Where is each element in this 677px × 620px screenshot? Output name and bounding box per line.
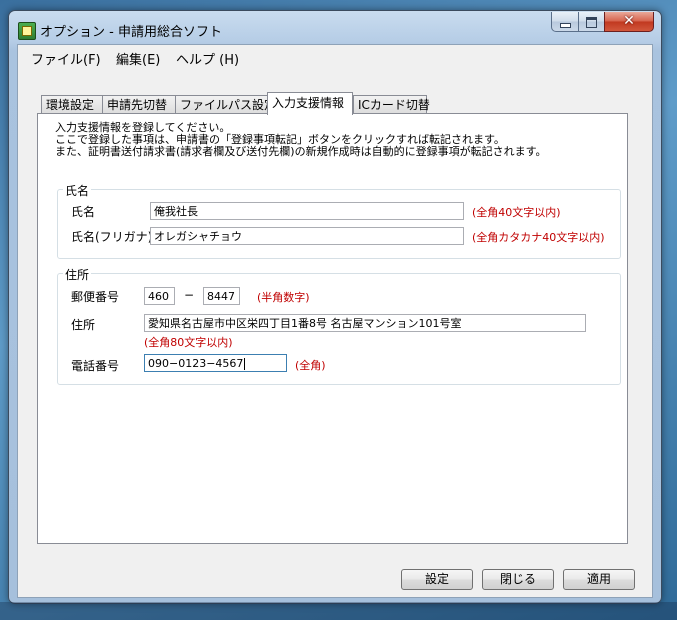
desktop-bottom-strip — [0, 602, 677, 620]
tab-ic-card[interactable]: ICカード切替 — [353, 95, 430, 114]
address-label: 住所 — [71, 318, 96, 332]
client-area: ファイル(F) 編集(E) ヘルプ (H) 環境設定 申請先切替 ファイルパス設… — [17, 44, 653, 598]
close-icon: ✕ — [623, 13, 635, 29]
name-group-title: 氏名 — [63, 182, 92, 199]
menu-help[interactable]: ヘルプ (H) — [176, 49, 239, 68]
maximize-button[interactable] — [578, 12, 605, 32]
phone-note: (全角) — [295, 359, 326, 372]
address-group: 住所 郵便番号 460 − 8447 (半角数字) 住所 愛知県名古屋市中区栄四… — [57, 266, 621, 385]
tab-destination[interactable]: 申請先切替 — [102, 95, 176, 114]
name-field[interactable]: 俺我社長 — [150, 202, 464, 220]
phone-value: 090−0123−4567 — [148, 357, 244, 370]
phone-field[interactable]: 090−0123−4567 — [144, 354, 287, 372]
phone-label: 電話番号 — [71, 359, 120, 373]
window-title: オプション - 申請用総合ソフト — [40, 25, 222, 40]
name-group: 氏名 氏名 俺我社長 (全角40文字以内) 氏名(フリガナ) オレガシャチョウ … — [57, 182, 621, 259]
tab-environment[interactable]: 環境設定 — [41, 95, 103, 114]
close-dialog-button[interactable]: 閉じる — [482, 569, 554, 590]
menu-edit[interactable]: 編集(E) — [116, 49, 160, 68]
kana-label: 氏名(フリガナ) — [71, 230, 153, 244]
apply-button[interactable]: 適用 — [563, 569, 635, 590]
options-window: オプション - 申請用総合ソフト ✕ ファイル(F) 編集(E) ヘルプ (H)… — [8, 10, 662, 604]
tab-file-path[interactable]: ファイルパス設定 — [175, 95, 276, 114]
title-bar[interactable]: オプション - 申請用総合ソフト ✕ — [9, 11, 661, 45]
close-button[interactable]: ✕ — [604, 12, 654, 32]
minimize-icon — [560, 23, 571, 28]
app-icon — [18, 22, 36, 40]
name-note: (全角40文字以内) — [472, 206, 561, 219]
postal-dash: − — [184, 288, 195, 302]
menu-file[interactable]: ファイル(F) — [31, 49, 101, 68]
address-field[interactable]: 愛知県名古屋市中区栄四丁目1番8号 名古屋マンション101号室 — [144, 314, 586, 332]
minimize-button[interactable] — [551, 12, 579, 32]
address-note: (全角80文字以内) — [144, 336, 233, 349]
address-group-title: 住所 — [63, 266, 92, 283]
menu-bar: ファイル(F) 編集(E) ヘルプ (H) — [18, 45, 652, 68]
kana-note: (全角カタカナ40文字以内) — [472, 231, 605, 244]
text-caret — [244, 358, 246, 370]
postal-code-1-field[interactable]: 460 — [144, 287, 175, 305]
postal-label: 郵便番号 — [71, 290, 120, 304]
postal-code-2-field[interactable]: 8447 — [203, 287, 240, 305]
name-label: 氏名 — [71, 205, 96, 219]
postal-note: (半角数字) — [257, 291, 310, 304]
intro-line-3: また、証明書送付請求書(請求者欄及び送付先欄)の新規作成時は自動的に登録事項が転… — [55, 145, 547, 158]
maximize-icon — [586, 17, 597, 28]
input-support-panel: 入力支援情報を登録してください。 ここで登録した事項は、申請書の「登録事項転記」… — [37, 113, 628, 544]
kana-field[interactable]: オレガシャチョウ — [150, 227, 464, 245]
settings-button[interactable]: 設定 — [401, 569, 473, 590]
tab-input-support[interactable]: 入力支援情報 — [267, 92, 353, 115]
